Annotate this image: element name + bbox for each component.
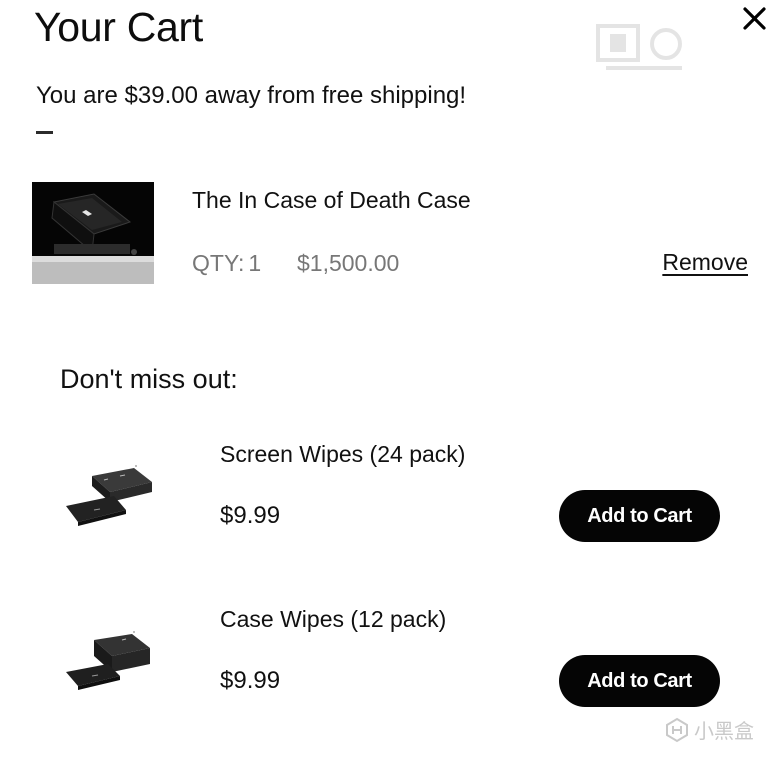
upsell-item-price: $9.99 [220, 502, 281, 529]
watermark-text: 小黑盒 [694, 721, 754, 743]
quantity-value: 1 [248, 250, 262, 276]
screen-wipes-product-image [66, 465, 152, 526]
close-icon [743, 7, 766, 30]
cart-item-quantity: QTY: 1 [192, 247, 261, 279]
faint-logo-watermark [596, 24, 692, 74]
free-shipping-progress-fill [36, 131, 53, 134]
cart-item-price: $1,500.00 [297, 250, 400, 276]
cart-title: Your Cart [34, 4, 203, 50]
upsell-item-name[interactable]: Case Wipes (12 pack) [220, 603, 446, 635]
free-shipping-message: You are $39.00 away from free shipping! [36, 82, 467, 109]
remove-item-link[interactable]: Remove [662, 246, 748, 278]
upsell-item-name[interactable]: Screen Wipes (24 pack) [220, 438, 465, 470]
upsell-heading: Don't miss out: [60, 364, 238, 394]
add-to-cart-button[interactable]: Add to Cart [559, 655, 720, 707]
case-wipes-product-image [66, 631, 150, 690]
tablet-case-product-image [32, 182, 154, 284]
cart-item-image[interactable] [32, 182, 154, 284]
quantity-label: QTY: [192, 250, 245, 276]
add-to-cart-button[interactable]: Add to Cart [559, 490, 720, 542]
watermark-logo-icon [666, 717, 688, 742]
upsell-item-price: $9.99 [220, 667, 281, 694]
upsell-item-image[interactable] [64, 628, 158, 698]
cart-item-name[interactable]: The In Case of Death Case [192, 184, 471, 216]
free-shipping-progress-bar [36, 131, 53, 134]
close-button[interactable] [740, 4, 770, 34]
upsell-item-image[interactable] [64, 462, 158, 532]
watermark: 小黑盒 [664, 715, 754, 744]
